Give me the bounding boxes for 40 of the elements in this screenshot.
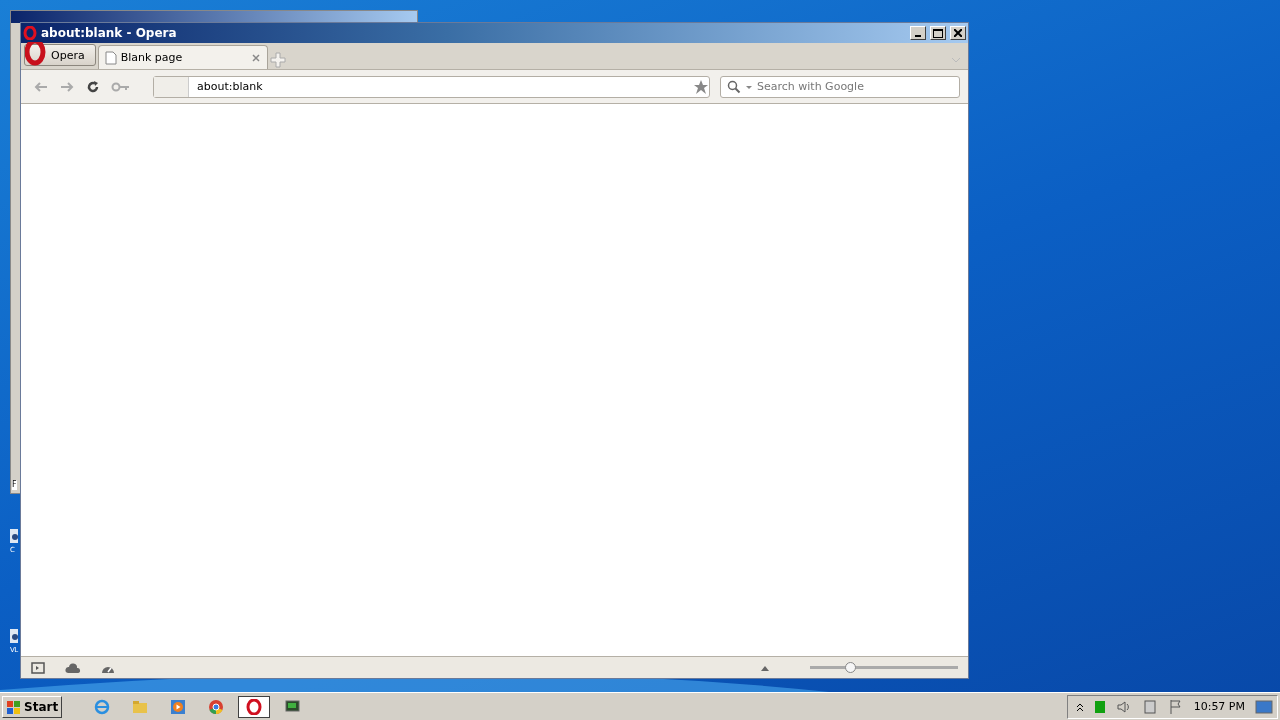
- slider-thumb[interactable]: [845, 662, 857, 673]
- close-icon[interactable]: [250, 52, 261, 63]
- maximize-icon: [933, 28, 943, 38]
- show-desktop-icon[interactable]: [1255, 699, 1273, 714]
- panel-toggle-icon[interactable]: [31, 661, 45, 674]
- cloud-icon[interactable]: [65, 661, 81, 674]
- page-icon: [104, 50, 117, 65]
- reload-icon[interactable]: [85, 78, 101, 95]
- browser-tab[interactable]: Blank page: [97, 45, 268, 69]
- media-player-icon[interactable]: [170, 698, 187, 715]
- monitor-icon[interactable]: [284, 698, 301, 715]
- taskbar-app-button[interactable]: [238, 695, 271, 718]
- browser-icon[interactable]: [94, 698, 111, 715]
- search-field[interactable]: Search with Google: [720, 75, 960, 98]
- windows-logo-icon: [6, 698, 22, 715]
- search-icon: [727, 79, 741, 94]
- chrome-icon[interactable]: [208, 698, 225, 715]
- chevron-up-icon[interactable]: [1075, 701, 1084, 712]
- maximize-button[interactable]: [930, 26, 946, 40]
- tab-title: Blank page: [120, 51, 184, 64]
- clock[interactable]: 10:57 PM: [1193, 700, 1245, 713]
- opera-logo-icon: [25, 42, 47, 66]
- window-label: F: [12, 480, 17, 490]
- flag-icon[interactable]: [1167, 698, 1184, 715]
- speaker-icon[interactable]: [1115, 698, 1132, 715]
- minimize-button[interactable]: [910, 26, 926, 40]
- network-icon[interactable]: [1141, 698, 1158, 715]
- star-icon[interactable]: [693, 78, 709, 95]
- opera-logo-icon: [23, 26, 37, 40]
- new-tab-icon[interactable]: [269, 49, 286, 69]
- close-button[interactable]: [950, 26, 966, 40]
- desktop-shortcut-icon[interactable]: [10, 628, 18, 644]
- window-title: about:blank - Opera: [41, 26, 178, 40]
- close-icon: [954, 29, 962, 37]
- address-field[interactable]: about:blank: [153, 75, 710, 98]
- network-meter-icon[interactable]: [1093, 699, 1106, 714]
- desktop-shortcut-icon[interactable]: [10, 528, 18, 544]
- opera-menu-button[interactable]: Opera: [24, 44, 96, 66]
- opera-icon[interactable]: [246, 698, 263, 715]
- start-button[interactable]: Start: [2, 695, 63, 718]
